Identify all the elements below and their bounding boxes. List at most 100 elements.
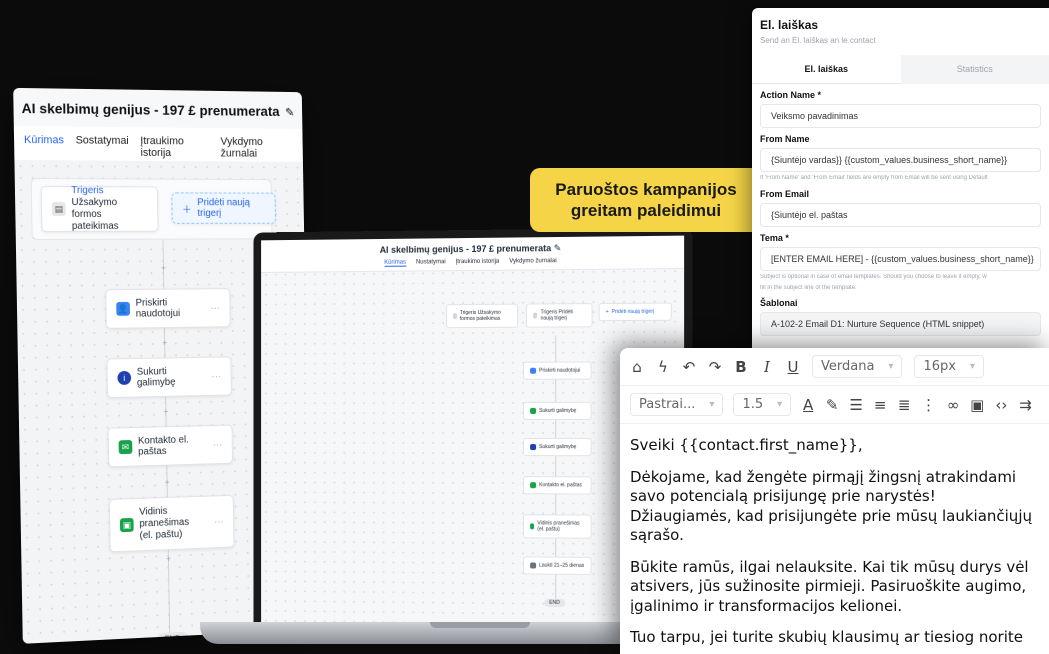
from-email-field: From Email {Siuntėjo el. paštas xyxy=(752,189,1049,227)
trigger-node[interactable]: Trigeris Užsakymo formos pateikimas xyxy=(446,303,519,329)
templates-field: Šablonai A-102-2 Email D1: Nurture Seque… xyxy=(752,298,1049,337)
body-paragraph: Dėkojame, kad žengėte pirmąjį žingsnį at… xyxy=(630,467,1032,545)
trigger-label: Trigeris Pridėti naują trigerį xyxy=(540,309,573,322)
subject-field: Tema * [ENTER EMAIL HERE] - {{custom_val… xyxy=(752,233,1049,293)
plus-icon: + xyxy=(605,309,609,316)
add-step-plus-icon[interactable]: + xyxy=(161,407,172,418)
editor-content[interactable]: Sveiki {{contact.first_name}}, Dėkojame,… xyxy=(620,424,1049,648)
image-icon[interactable]: ▣ xyxy=(970,396,984,414)
add-step-plus-icon[interactable]: + xyxy=(163,554,174,565)
format-icon[interactable]: ⇉ xyxy=(1018,396,1032,414)
opportunity-icon xyxy=(530,407,537,414)
subject-input[interactable]: [ENTER EMAIL HERE] - {{custom_values.bus… xyxy=(760,246,1041,271)
align-icon[interactable]: ≣ xyxy=(897,396,911,414)
line-height-select[interactable]: 1.5 ▾ xyxy=(733,393,792,416)
workflow-title-text: AI skelbimų genijus - 197 £ prenumerata xyxy=(21,100,280,120)
template-select[interactable]: A-102-2 Email D1: Nurture Sequence (HTML… xyxy=(760,312,1041,337)
more-icon[interactable]: ··· xyxy=(210,302,220,313)
from-email-input[interactable]: {Siuntėjo el. paštas xyxy=(760,202,1041,227)
chevron-down-icon: ▾ xyxy=(969,361,975,372)
tab-kurimas[interactable]: Kūrimas xyxy=(384,259,406,267)
add-step-plus-icon[interactable]: + xyxy=(158,263,169,274)
user-icon xyxy=(530,367,537,374)
lightning-icon[interactable]: ϟ xyxy=(656,358,670,376)
body-paragraph: Tuo tarpu, jei turite skubių klausimų ar… xyxy=(630,628,1023,646)
tab-vykdymo-zurnalai[interactable]: Vykdymo žurnalai xyxy=(509,258,556,265)
more-icon[interactable]: ··· xyxy=(213,439,223,450)
editor-toolbar-row-2: Pastrai... ▾ 1.5 ▾ A ✎ ☰ ≡ ≣ ⋮ ∞ ▣ ‹› ⇉ xyxy=(620,386,1049,424)
bullet-list-icon[interactable]: ☰ xyxy=(849,396,863,414)
step-node[interactable]: Laukti 21–25 dienas xyxy=(523,556,592,576)
action-name-label: Action Name * xyxy=(760,90,822,100)
tab-itraukimo-istorija[interactable]: Įtraukimo istorija xyxy=(456,259,500,266)
from-name-input[interactable]: {Siuntėjo vardas}} {{custom_values.busin… xyxy=(760,148,1041,172)
step-internal-notification[interactable]: ▣ Vidinis pranešimas (el. paštu) ··· xyxy=(108,494,235,553)
redo-icon[interactable]: ↷ xyxy=(708,358,722,376)
action-name-field: Action Name * Veiksmo pavadinimas xyxy=(752,90,1049,128)
panel-title: El. laiškas xyxy=(760,18,819,32)
add-step-plus-icon[interactable]: + xyxy=(159,338,170,349)
tag-icon[interactable]: ⌂ xyxy=(630,358,644,376)
chevron-down-icon: ▾ xyxy=(709,399,715,410)
edit-pencil-icon[interactable]: ✎ xyxy=(554,243,562,253)
more-icon[interactable]: ··· xyxy=(212,371,222,382)
underline-icon[interactable]: U xyxy=(786,358,800,376)
block-format-select[interactable]: Pastrai... ▾ xyxy=(630,393,724,416)
add-trigger-button[interactable]: + Pridėti naują trigerį xyxy=(598,302,672,322)
step-label: Laukti 21–25 dienas xyxy=(539,562,585,569)
envelope-icon: ✉ xyxy=(118,439,133,455)
laptop-title-text: AI skelbimų genijus - 197 £ prenumerata xyxy=(379,243,552,255)
email-panel-tabs: El. laiškas Statistics xyxy=(752,55,1049,84)
email-action-panel: El. laiškas Send an El. laiškas an le co… xyxy=(752,8,1049,378)
envelope-icon xyxy=(530,482,537,489)
add-trigger-label: Pridėti naują trigerį xyxy=(611,308,655,316)
trigger-node[interactable]: Trigeris Pridėti naują trigerį xyxy=(526,303,593,328)
tab-nustatymai[interactable]: Nustatymai xyxy=(416,259,446,266)
trigger-node[interactable]: ▤ Trigeris Užsakymo formos pateikimas xyxy=(40,185,159,232)
subject-hint: Subject is optional in case of email tem… xyxy=(760,273,987,280)
step-assign-user[interactable]: 👤 Priskirti naudotojui ··· xyxy=(105,288,231,329)
end-node: END xyxy=(156,631,189,644)
more-vertical-icon[interactable]: ⋮ xyxy=(921,396,936,414)
step-node[interactable]: Vidinis pranešimas (el. paštu) xyxy=(523,514,592,539)
tab-statistics[interactable]: Statistics xyxy=(900,55,1049,84)
chevron-down-icon: ▾ xyxy=(888,361,894,372)
notification-icon xyxy=(530,523,535,530)
templates-label: Šablonai xyxy=(760,298,798,309)
step-node[interactable]: Priskirti naudotojui xyxy=(523,361,592,380)
edit-pencil-icon[interactable]: ✎ xyxy=(285,106,295,120)
step-contact-email[interactable]: ✉ Kontakto el. paštas ··· xyxy=(107,424,234,468)
line-height-value: 1.5 xyxy=(742,397,764,412)
workflow-title: AI skelbimų genijus - 197 £ prenumerata ✎ xyxy=(13,88,302,129)
greeting-paragraph: Sveiki {{contact.first_name}}, xyxy=(630,436,863,454)
italic-icon[interactable]: I xyxy=(760,358,774,376)
notification-icon: ▣ xyxy=(119,517,134,533)
add-step-plus-icon[interactable]: + xyxy=(162,477,173,488)
body-paragraph: Būkite ramūs, ilgai nelauksite. Kai tik … xyxy=(630,557,1029,615)
add-trigger-button[interactable]: ＋ Pridėti naują trigerį xyxy=(171,192,277,224)
step-node[interactable]: Kontakto el. paštas xyxy=(523,476,592,495)
font-size-select[interactable]: 16px ▾ xyxy=(914,355,984,378)
bold-icon[interactable]: B xyxy=(734,358,748,376)
trigger-icon xyxy=(453,313,457,320)
step-node[interactable]: Sukurti galimybę xyxy=(523,401,592,420)
step-node[interactable]: Sukurti galimybę xyxy=(523,438,592,457)
step-create-opportunity[interactable]: i Sukurti galimybę ··· xyxy=(106,356,232,399)
link-icon[interactable]: ∞ xyxy=(946,396,960,414)
undo-icon[interactable]: ↶ xyxy=(682,358,696,376)
plus-icon: ＋ xyxy=(182,204,192,216)
font-family-select[interactable]: Verdana ▾ xyxy=(812,355,903,378)
tab-el-laiskas[interactable]: El. laiškas xyxy=(752,55,901,84)
add-trigger-label: Pridėti naują trigerį xyxy=(197,197,251,219)
numbered-list-icon[interactable]: ≡ xyxy=(873,396,887,414)
from-name-label: From Name xyxy=(760,134,810,144)
text-color-icon[interactable]: A xyxy=(801,396,815,414)
end-node: END xyxy=(544,598,565,607)
more-icon[interactable]: ··· xyxy=(214,516,224,527)
subject-hint-2: fill in the subject line of the template… xyxy=(760,284,857,291)
laptop-notch xyxy=(430,622,530,628)
action-name-input[interactable]: Veiksmo pavadinimas xyxy=(760,104,1041,128)
highlight-icon[interactable]: ✎ xyxy=(825,396,839,414)
trigger-icon: ▤ xyxy=(51,202,66,216)
code-icon[interactable]: ‹› xyxy=(994,396,1008,414)
